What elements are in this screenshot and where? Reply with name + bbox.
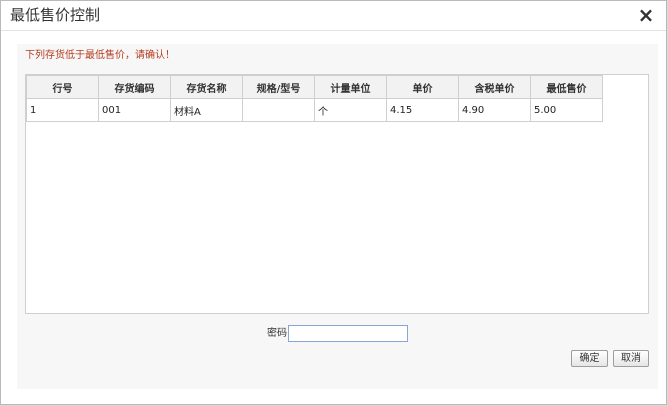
password-field[interactable] [288,325,408,342]
table-row[interactable]: 1 001 材料A 个 4.15 4.90 5.00 [26,98,603,122]
warning-message: 下列存货低于最低售价，请确认！ [25,50,175,61]
confirm-button[interactable]: 确定 [571,350,608,367]
cell-unit-price: 4.15 [386,98,459,122]
inventory-table: 行号 存货编码 存货名称 规格/型号 计量单位 单价 含税单价 最低售价 1 0… [26,75,603,122]
table-header-row: 行号 存货编码 存货名称 规格/型号 计量单位 单价 含税单价 最低售价 [26,75,603,99]
header-tax-included-price: 含税单价 [458,75,531,99]
cell-item-name: 材料A [170,98,243,122]
header-unit-price: 单价 [386,75,459,99]
lowest-price-dialog: 最低售价控制 × 下列存货低于最低售价，请确认！ 行号 存货编码 存货名称 规格… [0,0,667,405]
dialog-titlebar: 最低售价控制 × [1,1,666,31]
cell-row-number: 1 [26,98,99,122]
close-icon[interactable]: × [636,5,656,25]
inventory-table-container: 行号 存货编码 存货名称 规格/型号 计量单位 单价 含税单价 最低售价 1 0… [25,74,649,314]
header-unit: 计量单位 [314,75,387,99]
cell-unit: 个 [314,98,387,122]
dialog-title: 最低售价控制 [10,6,101,24]
cell-tax-included-price: 4.90 [458,98,531,122]
header-item-code: 存货编码 [98,75,171,99]
cancel-button[interactable]: 取消 [613,350,649,367]
cell-specification [242,98,315,122]
dialog-content: 下列存货低于最低售价，请确认！ 行号 存货编码 存货名称 规格/型号 计量单位 … [17,44,658,389]
header-row-number: 行号 [26,75,99,99]
cell-lowest-price: 5.00 [530,98,603,122]
password-label: 密码 [267,328,287,339]
cell-item-code: 001 [98,98,171,122]
header-specification: 规格/型号 [242,75,315,99]
header-item-name: 存货名称 [170,75,243,99]
header-lowest-price: 最低售价 [530,75,603,99]
